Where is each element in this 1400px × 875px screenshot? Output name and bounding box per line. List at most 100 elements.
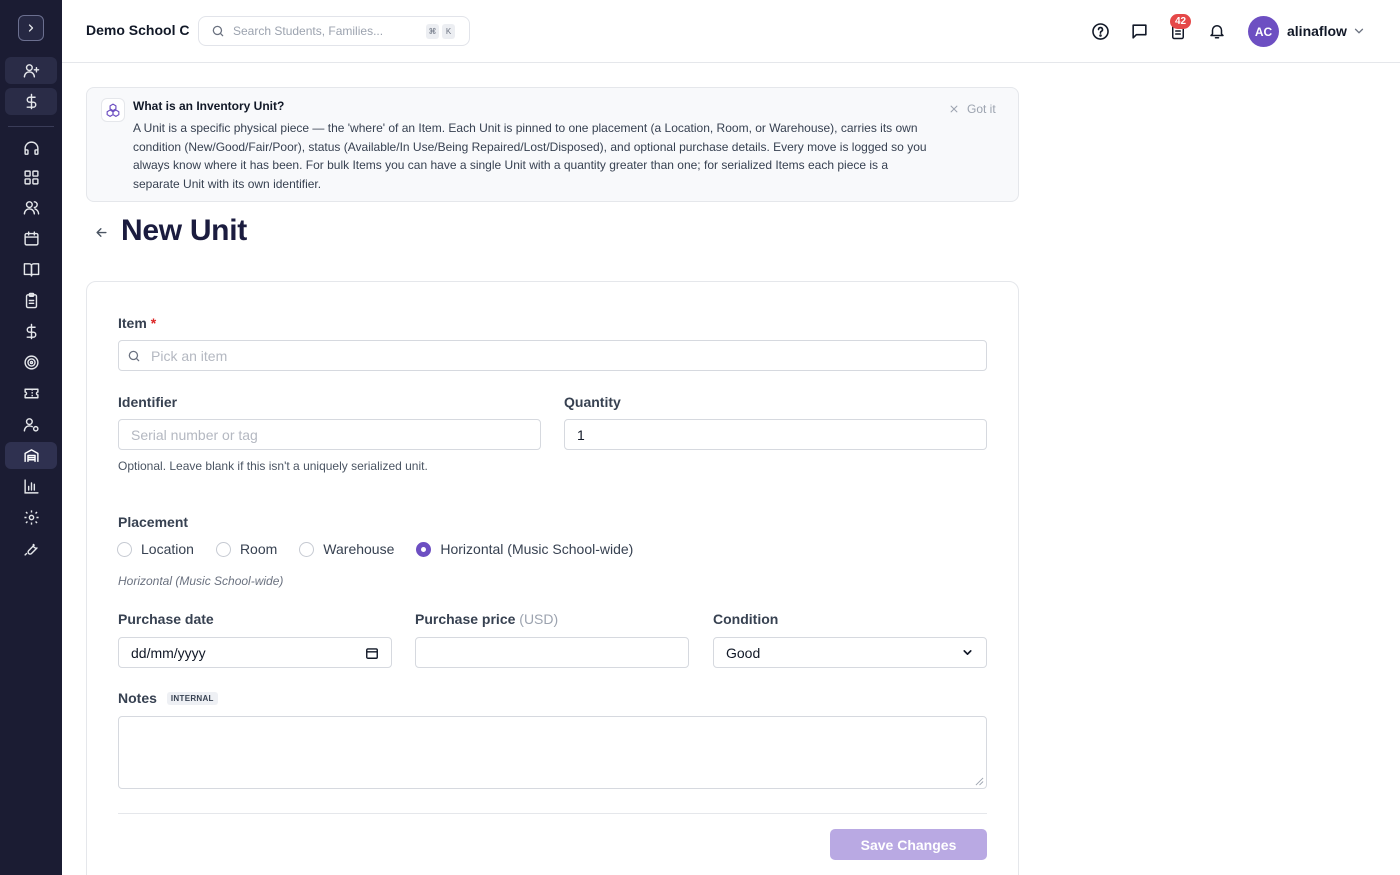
chevron-down-icon bbox=[963, 650, 972, 655]
condition-value: Good bbox=[726, 644, 761, 661]
message-square-icon bbox=[1131, 23, 1147, 39]
banner-icon bbox=[101, 98, 125, 122]
sidebar-item-people[interactable] bbox=[5, 194, 57, 221]
purchase-date-label: Purchase date bbox=[118, 611, 214, 627]
radio-location[interactable] bbox=[117, 541, 132, 557]
arrow-left-icon bbox=[95, 227, 107, 237]
sidebar-item-billing[interactable] bbox=[5, 318, 57, 345]
sidebar-toggle-button[interactable] bbox=[18, 15, 44, 41]
save-changes-button[interactable]: Save Changes bbox=[830, 829, 987, 860]
page-title: New Unit bbox=[121, 214, 247, 247]
global-search[interactable]: ⌘ K bbox=[198, 16, 470, 46]
notes-label: Notes INTERNAL bbox=[118, 690, 218, 706]
search-icon bbox=[128, 350, 140, 361]
purchase-date-field[interactable]: dd/mm/yyyy bbox=[118, 637, 392, 668]
user-plus-icon bbox=[23, 64, 39, 78]
sidebar-item-add-student[interactable] bbox=[5, 57, 57, 84]
sidebar bbox=[0, 0, 62, 875]
banner-text: A Unit is a specific physical piece — th… bbox=[133, 121, 927, 191]
form-divider bbox=[118, 813, 987, 814]
condition-select[interactable]: Good bbox=[713, 637, 987, 668]
calendar-icon bbox=[23, 231, 39, 246]
user-gear-icon bbox=[23, 418, 39, 432]
sidebar-item-goals[interactable] bbox=[5, 349, 57, 376]
notifications-button[interactable] bbox=[1207, 21, 1227, 41]
placement-option-room[interactable]: Room bbox=[215, 541, 277, 557]
sidebar-item-settings[interactable] bbox=[5, 504, 57, 531]
dismiss-label: Got it bbox=[967, 102, 996, 116]
messages-button[interactable] bbox=[1129, 21, 1149, 41]
sidebar-item-calendar[interactable] bbox=[5, 225, 57, 252]
identifier-help: Optional. Leave blank if this isn't a un… bbox=[118, 459, 428, 473]
resize-handle-icon[interactable] bbox=[975, 777, 984, 786]
bar-chart-icon bbox=[23, 479, 39, 494]
info-banner: What is an Inventory Unit? A Unit is a s… bbox=[86, 87, 1019, 202]
purchase-price-input[interactable] bbox=[428, 644, 676, 661]
wrench-icon bbox=[23, 543, 38, 556]
sidebar-item-support[interactable] bbox=[5, 135, 57, 162]
sidebar-item-tools[interactable] bbox=[5, 535, 57, 562]
ticket-icon bbox=[23, 388, 39, 399]
chevron-down-icon bbox=[1354, 28, 1364, 34]
calendar-icon[interactable] bbox=[365, 646, 379, 660]
identifier-field[interactable] bbox=[118, 419, 541, 450]
placement-option-location[interactable]: Location bbox=[117, 541, 194, 557]
dollar-icon bbox=[26, 323, 36, 340]
help-button[interactable] bbox=[1090, 21, 1110, 41]
identifier-label: Identifier bbox=[118, 394, 178, 410]
dollar-icon bbox=[26, 93, 36, 110]
school-name[interactable]: Demo School C bbox=[86, 22, 189, 38]
internal-tag: INTERNAL bbox=[166, 692, 218, 705]
item-picker-input[interactable] bbox=[151, 347, 974, 364]
notes-textarea[interactable] bbox=[118, 716, 987, 789]
dismiss-banner-button[interactable]: Got it bbox=[949, 102, 996, 116]
currency-unit: (USD) bbox=[519, 611, 559, 627]
quantity-input[interactable] bbox=[577, 426, 974, 443]
radio-label: Warehouse bbox=[323, 541, 395, 557]
placement-label: Placement bbox=[118, 514, 189, 530]
shortcut-key-k: K bbox=[442, 23, 455, 39]
user-menu-toggle[interactable] bbox=[1352, 24, 1366, 43]
quantity-label: Quantity bbox=[564, 394, 621, 410]
sidebar-item-tasks[interactable] bbox=[5, 287, 57, 314]
purchase-price-label-text: Purchase price bbox=[415, 611, 516, 627]
sidebar-item-events[interactable] bbox=[5, 380, 57, 407]
sidebar-item-lessons[interactable] bbox=[5, 256, 57, 283]
placement-option-warehouse[interactable]: Warehouse bbox=[299, 541, 394, 557]
item-label: Item * bbox=[118, 315, 156, 331]
clipboard-icon bbox=[25, 292, 37, 309]
sidebar-item-reports[interactable] bbox=[5, 473, 57, 500]
radio-warehouse[interactable] bbox=[299, 541, 315, 557]
placement-selection-note: Horizontal (Music School-wide) bbox=[118, 574, 284, 588]
users-icon bbox=[23, 201, 39, 215]
item-picker[interactable] bbox=[118, 340, 987, 371]
banner-title: What is an Inventory Unit? bbox=[133, 99, 285, 113]
gear-icon bbox=[23, 510, 39, 525]
quantity-field[interactable] bbox=[564, 419, 987, 450]
bell-icon bbox=[1210, 25, 1224, 39]
condition-label: Condition bbox=[713, 611, 779, 627]
purchase-date-placeholder[interactable]: dd/mm/yyyy bbox=[131, 645, 206, 661]
identifier-input[interactable] bbox=[131, 426, 528, 443]
sidebar-item-staff[interactable] bbox=[5, 411, 57, 438]
item-label-text: Item bbox=[118, 315, 147, 331]
target-icon bbox=[23, 355, 39, 370]
purchase-price-field[interactable] bbox=[415, 637, 689, 668]
dashboard-icon bbox=[23, 170, 39, 185]
help-circle-icon bbox=[1091, 22, 1109, 40]
placement-option-horizontal[interactable]: Horizontal (Music School-wide) bbox=[416, 541, 633, 557]
sidebar-item-payments[interactable] bbox=[5, 88, 57, 115]
user-avatar[interactable]: AC bbox=[1248, 16, 1279, 47]
radio-room[interactable] bbox=[215, 541, 231, 557]
global-search-input[interactable] bbox=[233, 24, 423, 38]
headset-icon bbox=[23, 141, 39, 155]
tasks-count-badge: 42 bbox=[1170, 14, 1191, 29]
radio-label: Horizontal (Music School-wide) bbox=[440, 541, 634, 557]
sidebar-item-inventory[interactable] bbox=[5, 442, 57, 469]
chevron-right-icon bbox=[28, 24, 34, 32]
sidebar-item-dashboard[interactable] bbox=[5, 164, 57, 191]
back-button[interactable] bbox=[92, 223, 110, 241]
radio-horizontal[interactable] bbox=[416, 541, 432, 557]
username[interactable]: alinaflow bbox=[1287, 23, 1347, 39]
book-icon bbox=[23, 263, 39, 277]
